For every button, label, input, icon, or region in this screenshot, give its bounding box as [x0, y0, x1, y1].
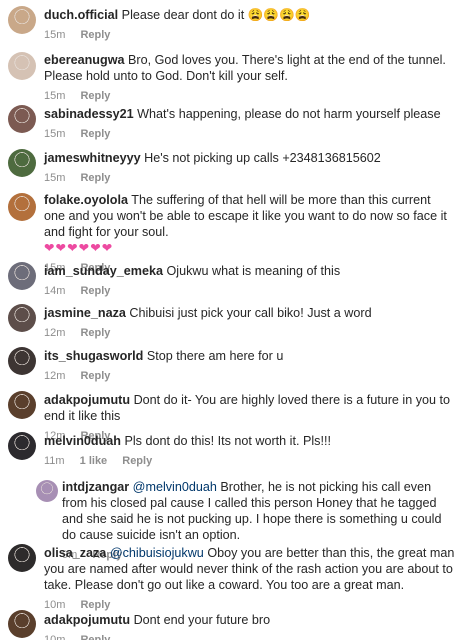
comment-username[interactable]: melvin0duah — [44, 434, 121, 448]
reply-button[interactable]: Reply — [80, 285, 110, 297]
reply-button[interactable]: Reply — [122, 455, 152, 467]
avatar[interactable] — [8, 193, 36, 221]
comment-time: 11m — [44, 455, 65, 467]
comment-hearts: ❤❤❤❤❤❤ — [44, 241, 114, 255]
avatar[interactable] — [8, 6, 36, 34]
avatar[interactable] — [8, 304, 36, 332]
comment-meta: 15m Reply — [44, 88, 455, 104]
comment-meta: 15m Reply — [44, 27, 455, 43]
comment-time: 15m — [44, 90, 66, 102]
comment-username[interactable]: adakpojumutu — [44, 393, 130, 407]
reply-button[interactable]: Reply — [80, 172, 110, 184]
comment-username[interactable]: olisa_zaza — [44, 546, 106, 560]
reply-button[interactable]: Reply — [80, 90, 110, 102]
reply-button[interactable]: Reply — [80, 599, 110, 611]
comment-text: What's happening, please do not harm you… — [137, 107, 441, 121]
comment-likes[interactable]: 1 like — [80, 455, 108, 467]
comment-username[interactable]: duch.official — [44, 8, 118, 22]
comment-username[interactable]: sabinadessy21 — [44, 107, 134, 121]
comment-time: 12m — [44, 327, 66, 339]
comment-meta: 11m 1 like Reply — [44, 453, 455, 469]
reply-button[interactable]: Reply — [80, 634, 110, 640]
comment-username[interactable]: ebereanugwa — [44, 53, 125, 67]
comment-time: 10m — [44, 599, 66, 611]
avatar[interactable] — [8, 610, 36, 638]
comment-meta: 12m Reply — [44, 325, 455, 341]
comment-text: Dont end your future bro — [133, 613, 271, 627]
avatar[interactable] — [8, 149, 36, 177]
comment-username[interactable]: its_shugasworld — [44, 349, 143, 363]
comment-username[interactable]: folake.oyolola — [44, 193, 128, 207]
comment-meta: 15m Reply — [44, 126, 455, 142]
comment-meta: 12m Reply — [44, 368, 455, 384]
comment-time: 15m — [44, 128, 66, 140]
reply-button[interactable]: Reply — [80, 128, 110, 140]
reply-button[interactable]: Reply — [80, 327, 110, 339]
comment-time: 14m — [44, 285, 66, 297]
comment-meta: 10m Reply — [44, 632, 455, 640]
avatar[interactable] — [36, 480, 58, 502]
comment-time: 15m — [44, 172, 66, 184]
comment-text: Pls dont do this! Its not worth it. Pls!… — [124, 434, 331, 448]
comment-mention[interactable]: @melvin0duah — [133, 480, 217, 494]
comment-username[interactable]: jameswhitneyyy — [44, 151, 141, 165]
avatar[interactable] — [8, 432, 36, 460]
comment-text: He's not picking up calls +2348136815602 — [144, 151, 381, 165]
comment-meta: 15m Reply — [44, 170, 455, 186]
comment-text: Please dear dont do it — [121, 8, 245, 22]
comment-username[interactable]: jasmine_naza — [44, 306, 126, 320]
reply-button[interactable]: Reply — [80, 370, 110, 382]
avatar[interactable] — [8, 262, 36, 290]
avatar[interactable] — [8, 347, 36, 375]
avatar[interactable] — [8, 105, 36, 133]
comment-time: 12m — [44, 370, 66, 382]
comment-mention[interactable]: @chibuisiojukwu — [110, 546, 204, 560]
comment-time: 15m — [44, 29, 66, 41]
comment-time: 10m — [44, 634, 66, 640]
comment-username[interactable]: adakpojumutu — [44, 613, 130, 627]
avatar[interactable] — [8, 52, 36, 80]
comment-meta: 10m Reply — [44, 597, 455, 613]
comment-emoji: 😩😩😩😩 — [247, 8, 311, 22]
avatar[interactable] — [8, 391, 36, 419]
comment-meta: 14m Reply — [44, 283, 455, 299]
avatar[interactable] — [8, 544, 36, 572]
comment-text: Oboy you are better than this, the great… — [44, 546, 455, 592]
comment-text: Stop there am here for u — [146, 349, 284, 363]
comment-username[interactable]: intdjzangar — [62, 480, 129, 494]
reply-button[interactable]: Reply — [80, 29, 110, 41]
comment-text: Ojukwu what is meaning of this — [166, 264, 341, 278]
comment-username[interactable]: iam_sunday_emeka — [44, 264, 163, 278]
comment-text: Chibuisi just pick your call biko! Just … — [129, 306, 372, 320]
